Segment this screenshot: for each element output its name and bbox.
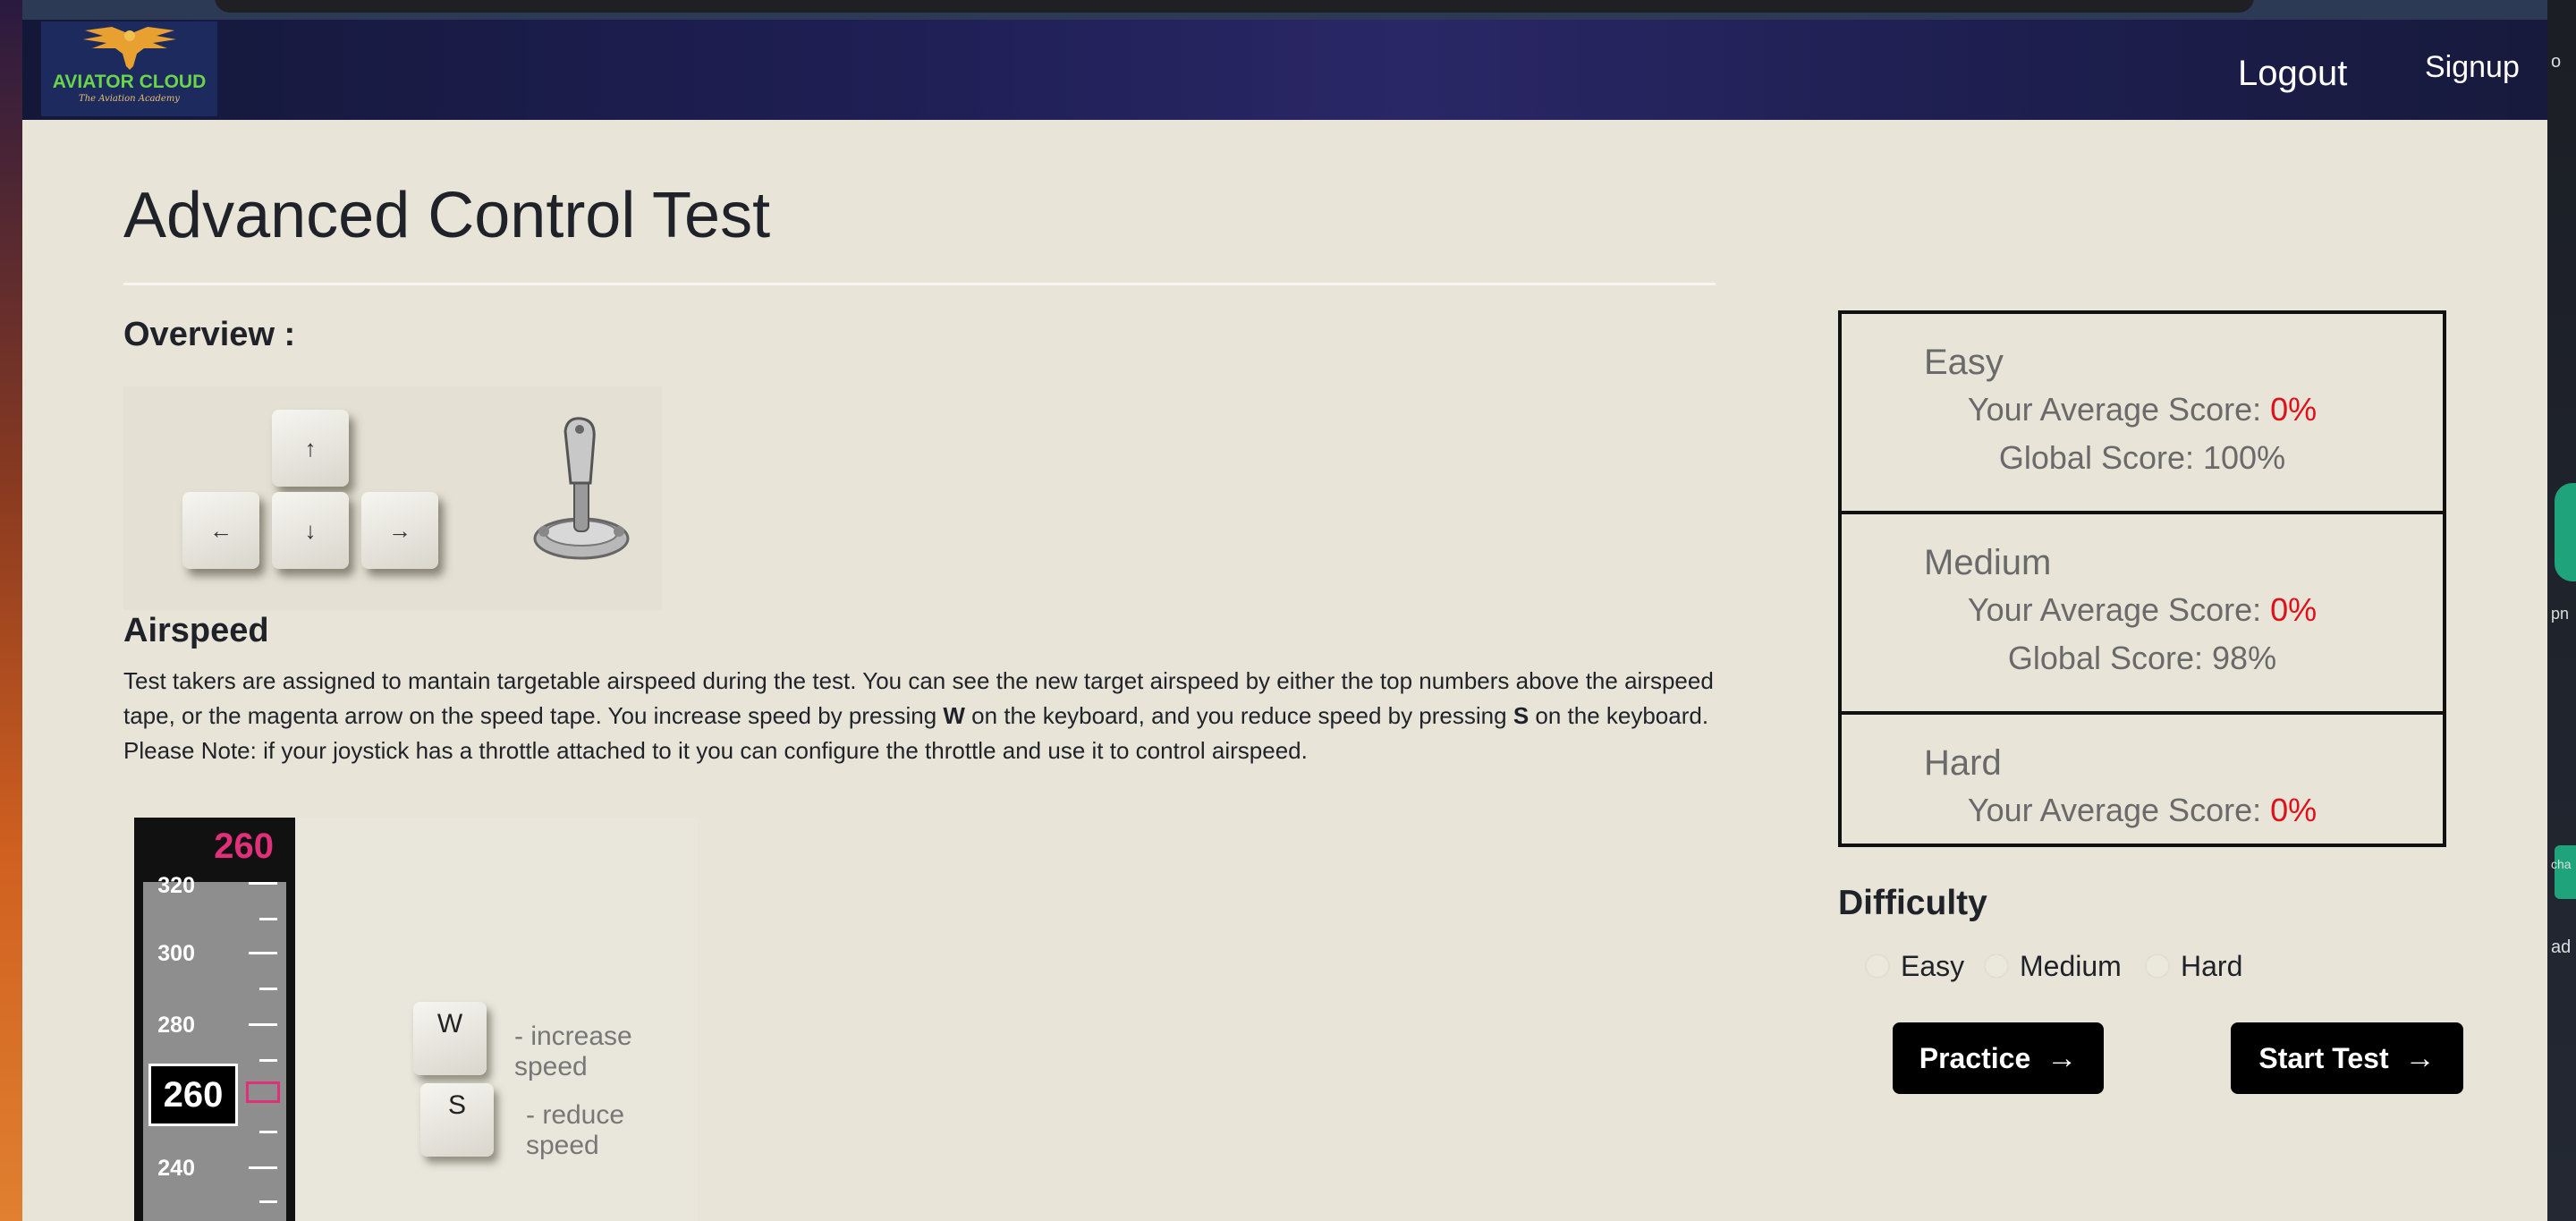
practice-button-label: Practice — [1919, 1041, 2031, 1074]
global-score-line: Global Score: 98% — [2007, 640, 2277, 676]
browser-toolbar — [22, 0, 2547, 20]
difficulty-option-hard[interactable]: Hard — [2145, 948, 2242, 984]
tick-mark — [259, 1131, 277, 1133]
average-score-line: Your Average Score: 0% — [1967, 792, 2318, 828]
signup-link[interactable]: Signup — [2425, 50, 2520, 85]
radio-label[interactable]: Hard — [2181, 950, 2242, 983]
desktop-fragment-text: o — [2551, 52, 2562, 72]
difficulty-option-easy[interactable]: Easy — [1865, 948, 1964, 984]
airspeed-heading: Airspeed — [123, 612, 269, 649]
desktop-fragment-text: cha — [2551, 857, 2572, 871]
overview-heading: Overview : — [123, 316, 296, 353]
desktop-fragment-text: pn — [2551, 605, 2570, 623]
airspeed-tape-illustration: 260 320 300 280 240 260 W - increase spe… — [134, 818, 698, 1221]
radio-label[interactable]: Medium — [2020, 950, 2122, 983]
tick-mark — [259, 918, 277, 920]
tick-mark — [259, 1200, 277, 1203]
arrow-left-key-icon: ← — [182, 492, 259, 569]
tick-mark — [249, 1166, 277, 1169]
average-score-line: Your Average Score: 0% — [1967, 591, 2318, 628]
global-score-value: 100% — [2203, 439, 2286, 476]
tick-mark — [249, 952, 277, 954]
site-navbar: AVIATOR CLOUD The Aviation Academy Logou… — [22, 20, 2547, 120]
score-card-easy: Easy Your Average Score: 0% Global Score… — [1842, 314, 2443, 514]
title-divider — [123, 283, 1716, 285]
score-card-title: Medium — [1924, 543, 2052, 582]
average-score-value: 0% — [2270, 792, 2318, 828]
tick-mark — [249, 882, 277, 885]
description-text: on the keyboard, and you reduce speed by… — [964, 702, 1513, 729]
start-test-button-label: Start Test — [2258, 1041, 2389, 1074]
logout-link[interactable]: Logout — [2238, 54, 2347, 94]
practice-button[interactable]: Practice → — [1893, 1022, 2104, 1094]
score-card-title: Hard — [1924, 743, 2002, 783]
average-score-value: 0% — [2270, 591, 2318, 628]
desktop-app-icon[interactable] — [2555, 483, 2576, 581]
controls-illustration: ↑ ← ↓ → — [123, 386, 662, 610]
global-score-line: Global Score: 100% — [1998, 439, 2286, 476]
difficulty-heading: Difficulty — [1838, 884, 1987, 922]
score-card-hard: Hard Your Average Score: 0% — [1842, 715, 2443, 844]
s-key-text: S — [1513, 702, 1530, 729]
arrow-down-key-icon: ↓ — [272, 492, 349, 569]
tick-label: 280 — [157, 1013, 195, 1038]
site-logo[interactable]: AVIATOR CLOUD The Aviation Academy — [41, 21, 217, 116]
current-speed-box: 260 — [148, 1064, 238, 1126]
desktop-app-icon[interactable] — [2555, 845, 2576, 899]
arrow-right-icon: → — [2046, 1040, 2078, 1075]
w-key-text: W — [943, 702, 965, 729]
tick-mark — [249, 1023, 277, 1026]
average-score-line: Your Average Score: 0% — [1967, 391, 2318, 428]
s-key-icon: S — [420, 1083, 494, 1157]
global-score-value: 98% — [2212, 640, 2277, 676]
radio-button[interactable] — [1984, 954, 2009, 979]
tick-label: 300 — [157, 941, 195, 966]
start-test-button[interactable]: Start Test → — [2231, 1022, 2463, 1094]
score-card-medium: Medium Your Average Score: 0% Global Sco… — [1842, 514, 2443, 715]
speed-tape-scale: 320 300 280 240 — [143, 873, 286, 1221]
page-title: Advanced Control Test — [123, 180, 771, 251]
tick-label: 240 — [157, 1156, 195, 1181]
address-bar[interactable] — [215, 0, 2254, 13]
browser-window: AVIATOR CLOUD The Aviation Academy Logou… — [22, 0, 2547, 1221]
radio-label[interactable]: Easy — [1901, 950, 1964, 983]
target-speed-readout: 260 — [214, 827, 274, 866]
tick-mark — [259, 988, 277, 990]
tick-mark — [259, 1059, 277, 1062]
eagle-icon — [82, 27, 176, 70]
difficulty-option-medium[interactable]: Medium — [1984, 948, 2122, 984]
desktop-background-right: o pn cha ad — [2547, 0, 2576, 1221]
w-key-icon: W — [413, 1002, 487, 1075]
radio-button[interactable] — [2145, 954, 2170, 979]
logo-tagline: The Aviation Academy — [79, 94, 180, 104]
desktop-fragment-text: ad — [2551, 937, 2572, 957]
airspeed-description: Test takers are assigned to mantain targ… — [123, 664, 1716, 768]
arrow-up-key-icon: ↑ — [272, 410, 349, 487]
desktop-wallpaper-left — [0, 0, 22, 1221]
logo-brand-text: AVIATOR CLOUD — [52, 72, 207, 92]
score-card-title: Easy — [1924, 343, 2004, 382]
reduce-speed-label: - reduce speed — [526, 1100, 625, 1160]
increase-speed-label: - increase speed — [514, 1022, 632, 1081]
target-speed-bug — [246, 1081, 280, 1103]
tick-label: 320 — [157, 873, 195, 898]
arrow-right-icon: → — [2404, 1040, 2436, 1075]
average-score-value: 0% — [2270, 391, 2318, 428]
joystick-icon — [533, 417, 630, 560]
score-panel[interactable]: Easy Your Average Score: 0% Global Score… — [1838, 310, 2446, 847]
speed-tape: 260 320 300 280 240 260 — [134, 818, 295, 1221]
arrow-right-key-icon: → — [361, 492, 438, 569]
radio-button[interactable] — [1865, 954, 1890, 979]
